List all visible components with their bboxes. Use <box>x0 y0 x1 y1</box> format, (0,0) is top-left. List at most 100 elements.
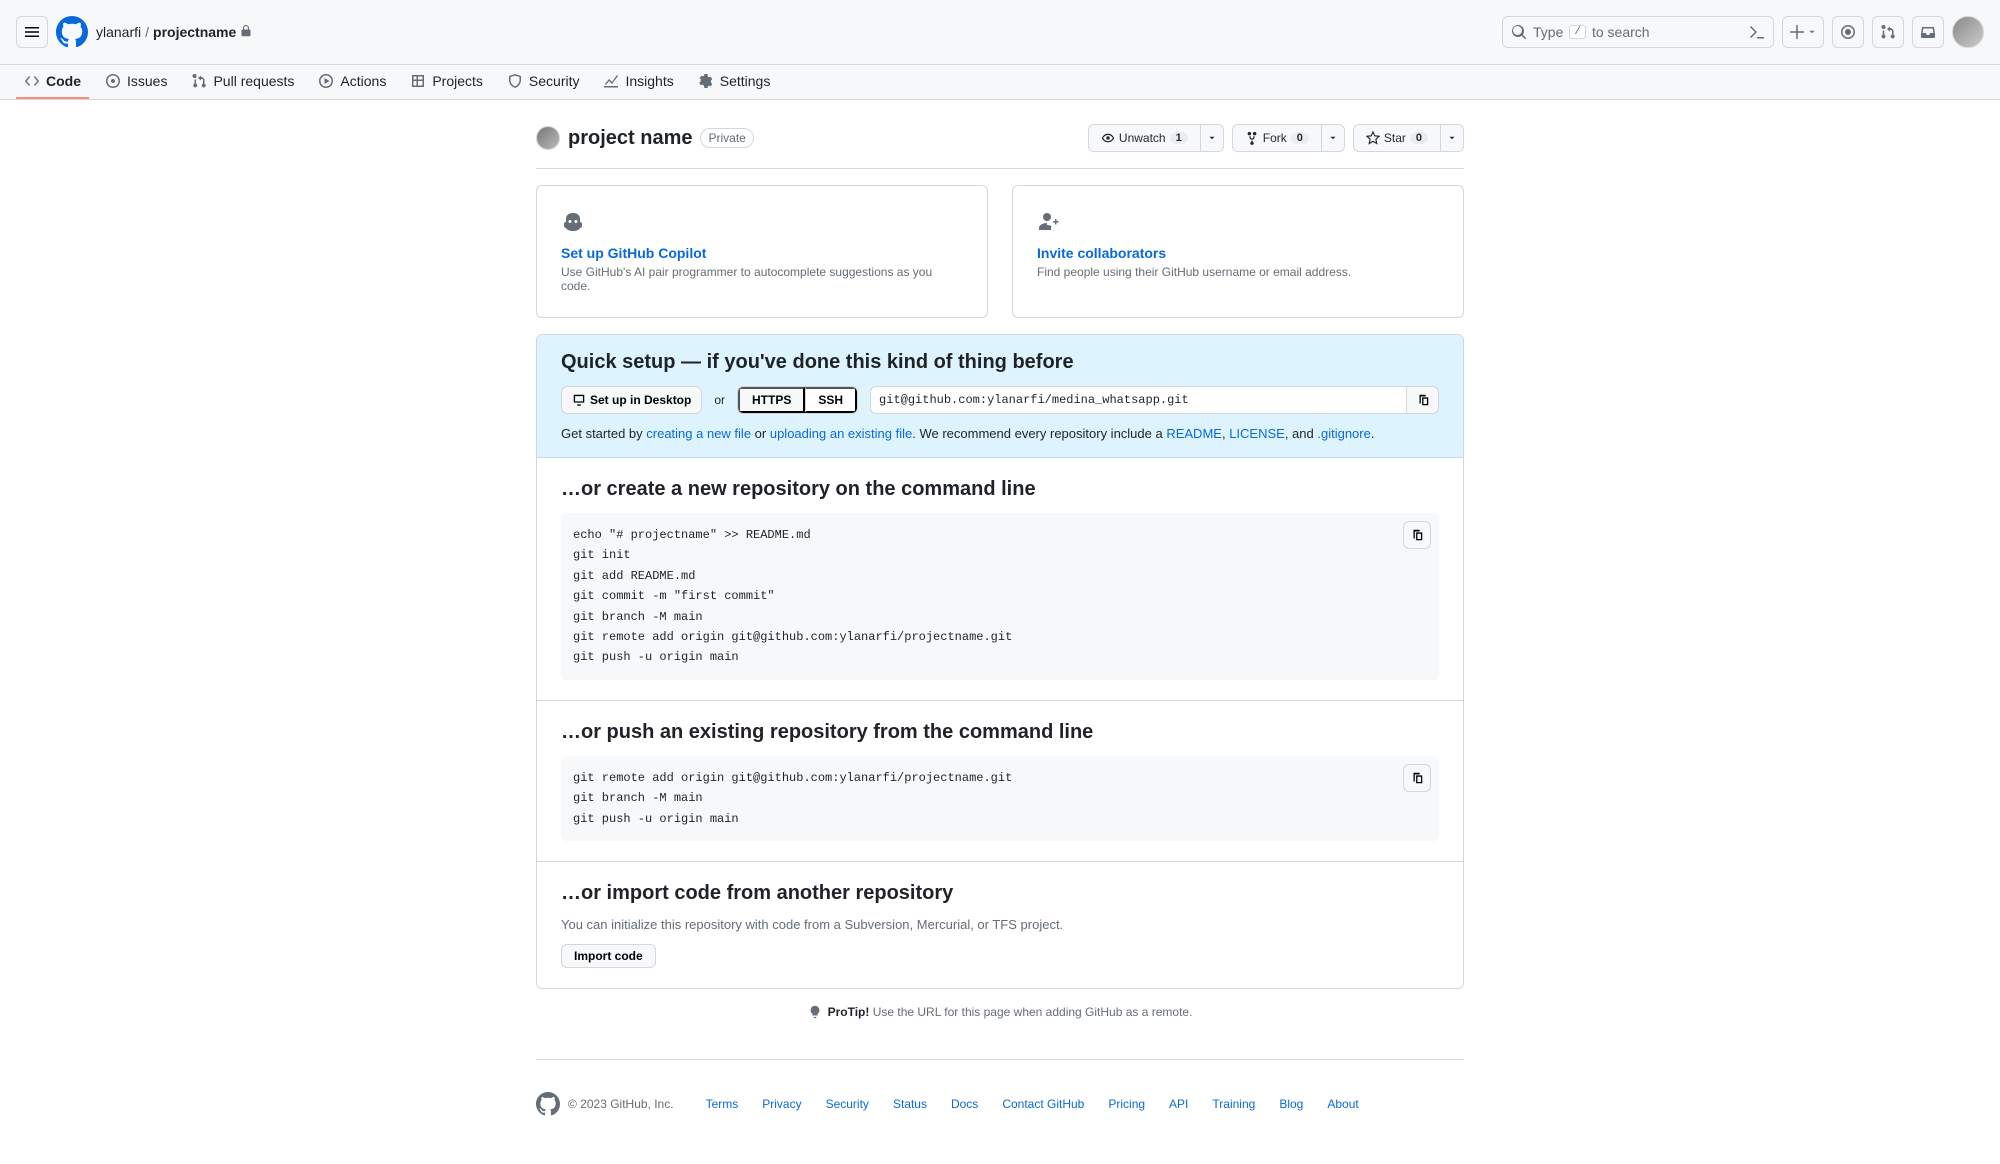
nav-projects-label: Projects <box>432 73 483 89</box>
footer-link[interactable]: About <box>1327 1097 1358 1111</box>
nav-security-label: Security <box>529 73 580 89</box>
footer-link[interactable]: Pricing <box>1108 1097 1145 1111</box>
issue-opened-icon <box>1840 24 1856 40</box>
breadcrumb-separator: / <box>145 24 149 40</box>
nav-actions-label: Actions <box>340 73 386 89</box>
import-section: …or import code from another repository … <box>537 861 1463 988</box>
nav-insights-label: Insights <box>625 73 673 89</box>
user-avatar[interactable] <box>1952 16 1984 48</box>
import-heading: …or import code from another repository <box>561 882 1439 905</box>
search-input[interactable]: Type / to search <box>1502 16 1774 48</box>
footer-link[interactable]: Contact GitHub <box>1002 1097 1084 1111</box>
fork-menu-caret[interactable] <box>1322 124 1345 152</box>
create-section: …or create a new repository on the comma… <box>537 457 1463 700</box>
nav-settings-label: Settings <box>720 73 771 89</box>
copilot-icon <box>561 210 963 237</box>
fork-icon <box>1245 131 1259 145</box>
create-new-menu[interactable] <box>1782 16 1824 48</box>
caret-down-icon <box>1328 133 1338 143</box>
title-actions: Unwatch 1 Fork 0 Star 0 <box>1088 124 1464 152</box>
star-label: Star <box>1384 131 1406 145</box>
nav-insights[interactable]: Insights <box>595 65 681 99</box>
copyright-text: © 2023 GitHub, Inc. <box>568 1097 674 1111</box>
watch-count: 1 <box>1170 132 1188 144</box>
create-file-link[interactable]: creating a new file <box>646 426 751 441</box>
import-desc: You can initialize this repository with … <box>561 917 1439 932</box>
star-button[interactable]: Star 0 <box>1353 124 1441 152</box>
ssh-tab[interactable]: SSH <box>805 387 857 413</box>
invite-card: Invite collaborators Find people using t… <box>1012 185 1464 318</box>
nav-code[interactable]: Code <box>16 65 89 99</box>
footer-link[interactable]: Status <box>893 1097 927 1111</box>
footer-link[interactable]: Blog <box>1279 1097 1303 1111</box>
caret-down-icon <box>1807 27 1817 37</box>
copy-create-button[interactable] <box>1403 521 1431 549</box>
shield-icon <box>507 73 523 89</box>
push-codeblock: git remote add origin git@github.com:yla… <box>561 756 1439 841</box>
nav-pull-requests[interactable]: Pull requests <box>183 65 302 99</box>
nav-projects[interactable]: Projects <box>402 65 491 99</box>
create-codeblock: echo "# projectname" >> README.md git in… <box>561 513 1439 680</box>
nav-actions[interactable]: Actions <box>310 65 394 99</box>
import-code-button[interactable]: Import code <box>561 944 656 968</box>
footer-link[interactable]: Training <box>1212 1097 1255 1111</box>
breadcrumb-owner[interactable]: ylanarfi <box>96 24 141 40</box>
global-header: ylanarfi / projectname Type / to search <box>0 0 2000 65</box>
footer-links: Terms Privacy Security Status Docs Conta… <box>706 1097 1359 1111</box>
desktop-download-icon <box>572 393 586 407</box>
main-container: project name Private Unwatch 1 Fork 0 <box>520 100 1480 1164</box>
nav-issues-label: Issues <box>127 73 167 89</box>
search-icon <box>1511 24 1527 40</box>
header-left: ylanarfi / projectname <box>16 16 252 48</box>
fork-group: Fork 0 <box>1232 124 1345 152</box>
gear-icon <box>698 73 714 89</box>
copilot-card: Set up GitHub Copilot Use GitHub's AI pa… <box>536 185 988 318</box>
code-icon <box>24 73 40 89</box>
footer-link[interactable]: Docs <box>951 1097 978 1111</box>
git-pull-request-icon <box>1880 24 1896 40</box>
copy-push-button[interactable] <box>1403 764 1431 792</box>
invite-link[interactable]: Invite collaborators <box>1037 245 1166 261</box>
copy-url-button[interactable] <box>1407 386 1439 414</box>
unwatch-button[interactable]: Unwatch 1 <box>1088 124 1201 152</box>
unwatch-label: Unwatch <box>1119 131 1166 145</box>
breadcrumb-repo[interactable]: projectname <box>153 24 236 40</box>
nav-settings[interactable]: Settings <box>690 65 779 99</box>
upload-file-link[interactable]: uploading an existing file <box>770 426 912 441</box>
person-add-icon <box>1037 210 1439 237</box>
setup-desktop-button[interactable]: Set up in Desktop <box>561 386 702 414</box>
gitignore-link[interactable]: .gitignore <box>1317 426 1370 441</box>
pull-requests-button[interactable] <box>1872 16 1904 48</box>
notifications-button[interactable] <box>1912 16 1944 48</box>
fork-button[interactable]: Fork 0 <box>1232 124 1322 152</box>
quick-setup-controls: Set up in Desktop or HTTPS SSH <box>561 386 1439 414</box>
protip-text: Use the URL for this page when adding Gi… <box>869 1005 1192 1019</box>
readme-link[interactable]: README <box>1166 426 1222 441</box>
search-placeholder-prefix: Type <box>1533 24 1563 40</box>
create-heading: …or create a new repository on the comma… <box>561 478 1439 501</box>
setup-cards: Set up GitHub Copilot Use GitHub's AI pa… <box>536 185 1464 318</box>
footer-link[interactable]: Privacy <box>762 1097 801 1111</box>
github-logo[interactable] <box>56 16 88 48</box>
footer-link[interactable]: API <box>1169 1097 1188 1111</box>
issues-button[interactable] <box>1832 16 1864 48</box>
copy-icon <box>1410 528 1424 542</box>
nav-security[interactable]: Security <box>499 65 588 99</box>
copilot-link[interactable]: Set up GitHub Copilot <box>561 245 706 261</box>
breadcrumb: ylanarfi / projectname <box>96 24 252 40</box>
header-right: Type / to search <box>1502 16 1984 48</box>
footer-link[interactable]: Security <box>826 1097 869 1111</box>
footer-copyright: © 2023 GitHub, Inc. <box>536 1092 674 1116</box>
star-menu-caret[interactable] <box>1441 124 1464 152</box>
license-link[interactable]: LICENSE <box>1229 426 1285 441</box>
nav-issues[interactable]: Issues <box>97 65 175 99</box>
hamburger-menu[interactable] <box>16 16 48 48</box>
copilot-desc: Use GitHub's AI pair programmer to autoc… <box>561 265 963 293</box>
star-group: Star 0 <box>1353 124 1464 152</box>
protip-label: ProTip! <box>828 1005 870 1019</box>
watch-menu-caret[interactable] <box>1201 124 1224 152</box>
footer-link[interactable]: Terms <box>706 1097 739 1111</box>
clone-url-input[interactable] <box>870 386 1407 414</box>
https-tab[interactable]: HTTPS <box>738 387 805 413</box>
quick-setup-text: Get started by creating a new file or up… <box>561 426 1439 441</box>
